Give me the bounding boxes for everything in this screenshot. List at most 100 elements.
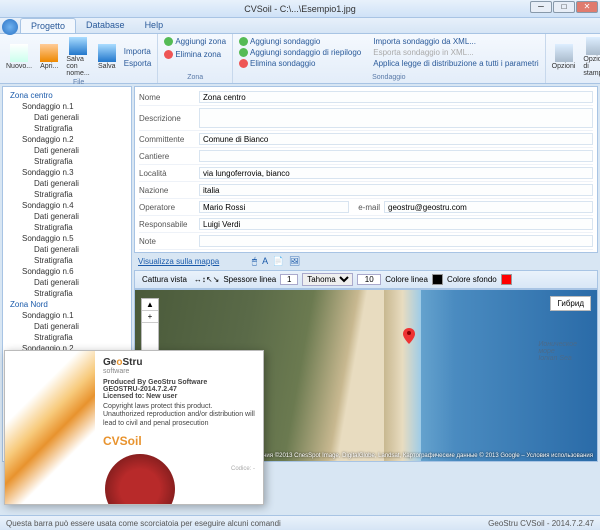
window-buttons: ─ □ ✕ (530, 1, 598, 13)
input-email[interactable]: geostru@geostru.com (384, 201, 593, 213)
form-panel: NomeZona centro Descrizione CommittenteC… (134, 86, 598, 253)
open-icon (40, 44, 58, 62)
label-thickness: Spessore linea (223, 275, 276, 284)
tree-leaf[interactable]: Dati generali (6, 321, 128, 332)
input-oper[interactable]: Mario Rossi (199, 201, 349, 213)
label-email: e-mail (349, 203, 384, 212)
tree-survey[interactable]: Sondaggio n.4 (6, 200, 128, 211)
print-icon (586, 37, 600, 55)
window-title: CVSoil - C:\...\Esempio1.jpg (244, 4, 356, 14)
input-naz[interactable]: italia (199, 184, 593, 196)
label-comm: Committente (139, 135, 199, 144)
x-icon (239, 59, 248, 68)
map-attribution: Изображения ©2013 CnesSpot Image, Digita… (235, 453, 593, 459)
map-type-button[interactable]: Гибрид (550, 296, 591, 311)
ribbon-group-sondaggio: Aggiungi sondaggio Aggiungi sondaggio di… (233, 34, 546, 83)
input-nome[interactable]: Zona centro (199, 91, 593, 103)
input-note[interactable] (199, 235, 593, 247)
tree-leaf[interactable]: Dati generali (6, 244, 128, 255)
tree-survey[interactable]: Sondaggio n.1 (6, 310, 128, 321)
add-zone-button[interactable]: Aggiungi zona (162, 36, 228, 47)
plus-icon (239, 37, 248, 46)
tree-survey[interactable]: Sondaggio n.1 (6, 101, 128, 112)
map-pin-icon (403, 328, 415, 344)
map-sea (394, 290, 597, 461)
map-toolbar-icons[interactable]: 🖱 A 📄 🖼 (252, 256, 301, 266)
input-resp[interactable]: Luigi Verdi (199, 218, 593, 230)
font-select[interactable]: Tahoma (302, 273, 353, 286)
status-version: GeoStru CVSoil - 2014.7.2.47 (488, 519, 594, 528)
tree-zone[interactable]: Zona Nord (6, 299, 128, 310)
plus-icon (164, 37, 173, 46)
tab-progetto[interactable]: Progetto (20, 18, 76, 33)
arrows-icon[interactable]: ↔↕↖↘ (194, 275, 219, 284)
tree-survey[interactable]: Sondaggio n.6 (6, 266, 128, 277)
tree-leaf[interactable]: Dati generali (6, 178, 128, 189)
tree-leaf[interactable]: Stratigrafia (6, 288, 128, 299)
ribbon-group-zona: Aggiungi zona Elimina zona Zona (158, 34, 233, 83)
ribbon: Nuovo... Apri... Salva con nome... Salva… (0, 34, 600, 84)
label-oper: Operatore (139, 203, 199, 212)
new-icon (10, 44, 28, 62)
label-note: Note (139, 237, 199, 246)
about-dialog: GeoStru software Produced By GeoStru Sof… (4, 350, 264, 505)
tree-leaf[interactable]: Dati generali (6, 145, 128, 156)
tree-leaf[interactable]: Stratigrafia (6, 156, 128, 167)
print-options-button[interactable]: Opzioni di stampa (581, 36, 600, 78)
brand-logo: GeoStru (103, 357, 255, 368)
input-thickness[interactable] (280, 274, 298, 285)
add-summary-button[interactable]: Aggiungi sondaggio di riepilogo (237, 47, 363, 58)
map-beach (384, 290, 421, 461)
save-button[interactable]: Salva (96, 43, 118, 71)
titlebar: CVSoil - C:\...\Esempio1.jpg ─ □ ✕ (0, 0, 600, 18)
show-on-map-link[interactable]: Visualizza sulla mappa (138, 257, 219, 266)
tree-survey[interactable]: Sondaggio n.5 (6, 233, 128, 244)
save-icon (98, 44, 116, 62)
label-resp: Responsabile (139, 220, 199, 229)
delete-survey-button[interactable]: Elimina sondaggio (237, 58, 363, 69)
open-button[interactable]: Apri... (38, 43, 60, 71)
export-button[interactable]: Esporta (122, 58, 154, 69)
import-xml-button[interactable]: Importa sondaggio da XML... (371, 36, 540, 47)
saveas-icon (69, 37, 87, 55)
input-cant[interactable] (199, 150, 593, 162)
tree-leaf[interactable]: Stratigrafia (6, 189, 128, 200)
capture-view-button[interactable]: Cattura vista (139, 274, 190, 285)
new-button[interactable]: Nuovo... (4, 43, 34, 71)
x-icon (164, 50, 173, 59)
tree-leaf[interactable]: Dati generali (6, 112, 128, 123)
tree-leaf[interactable]: Stratigrafia (6, 123, 128, 134)
tree-survey[interactable]: Sondaggio n.3 (6, 167, 128, 178)
add-survey-button[interactable]: Aggiungi sondaggio (237, 36, 363, 47)
delete-zone-button[interactable]: Elimina zona (162, 49, 223, 60)
tree-leaf[interactable]: Stratigrafia (6, 255, 128, 266)
minimize-button[interactable]: ─ (530, 1, 552, 13)
import-button[interactable]: Importa (122, 46, 154, 57)
tree-leaf[interactable]: Dati generali (6, 277, 128, 288)
about-graphic (5, 351, 95, 504)
input-desc[interactable] (199, 108, 593, 128)
apply-law-button[interactable]: Applica legge di distribuzione a tutti i… (371, 58, 540, 69)
label-nome: Nome (139, 93, 199, 102)
tab-help[interactable]: Help (135, 18, 174, 33)
app-menu-icon[interactable] (2, 19, 18, 35)
bg-color-swatch[interactable] (501, 274, 512, 285)
input-comm[interactable]: Comune di Bianco (199, 133, 593, 145)
tree-survey[interactable]: Sondaggio n.2 (6, 134, 128, 145)
options-button[interactable]: Opzioni (550, 43, 578, 71)
fontsize-input[interactable] (357, 274, 381, 285)
label-naz: Nazione (139, 186, 199, 195)
close-button[interactable]: ✕ (576, 1, 598, 13)
tree-leaf[interactable]: Dati generali (6, 211, 128, 222)
tree-zone[interactable]: Zona centro (6, 90, 128, 101)
map-toolbar: Cattura vista ↔↕↖↘ Spessore linea Tahoma… (134, 270, 598, 289)
input-loc[interactable]: via lungoferrovia, bianco (199, 167, 593, 179)
saveas-button[interactable]: Salva con nome... (64, 36, 91, 78)
line-color-swatch[interactable] (432, 274, 443, 285)
tree-leaf[interactable]: Stratigrafia (6, 332, 128, 343)
export-xml-button[interactable]: Esporta sondaggio in XML... (371, 47, 540, 58)
maximize-button[interactable]: □ (553, 1, 575, 13)
map-sea-label: Ионическое море Ionian Sea (538, 341, 577, 362)
tab-database[interactable]: Database (76, 18, 135, 33)
tree-leaf[interactable]: Stratigrafia (6, 222, 128, 233)
